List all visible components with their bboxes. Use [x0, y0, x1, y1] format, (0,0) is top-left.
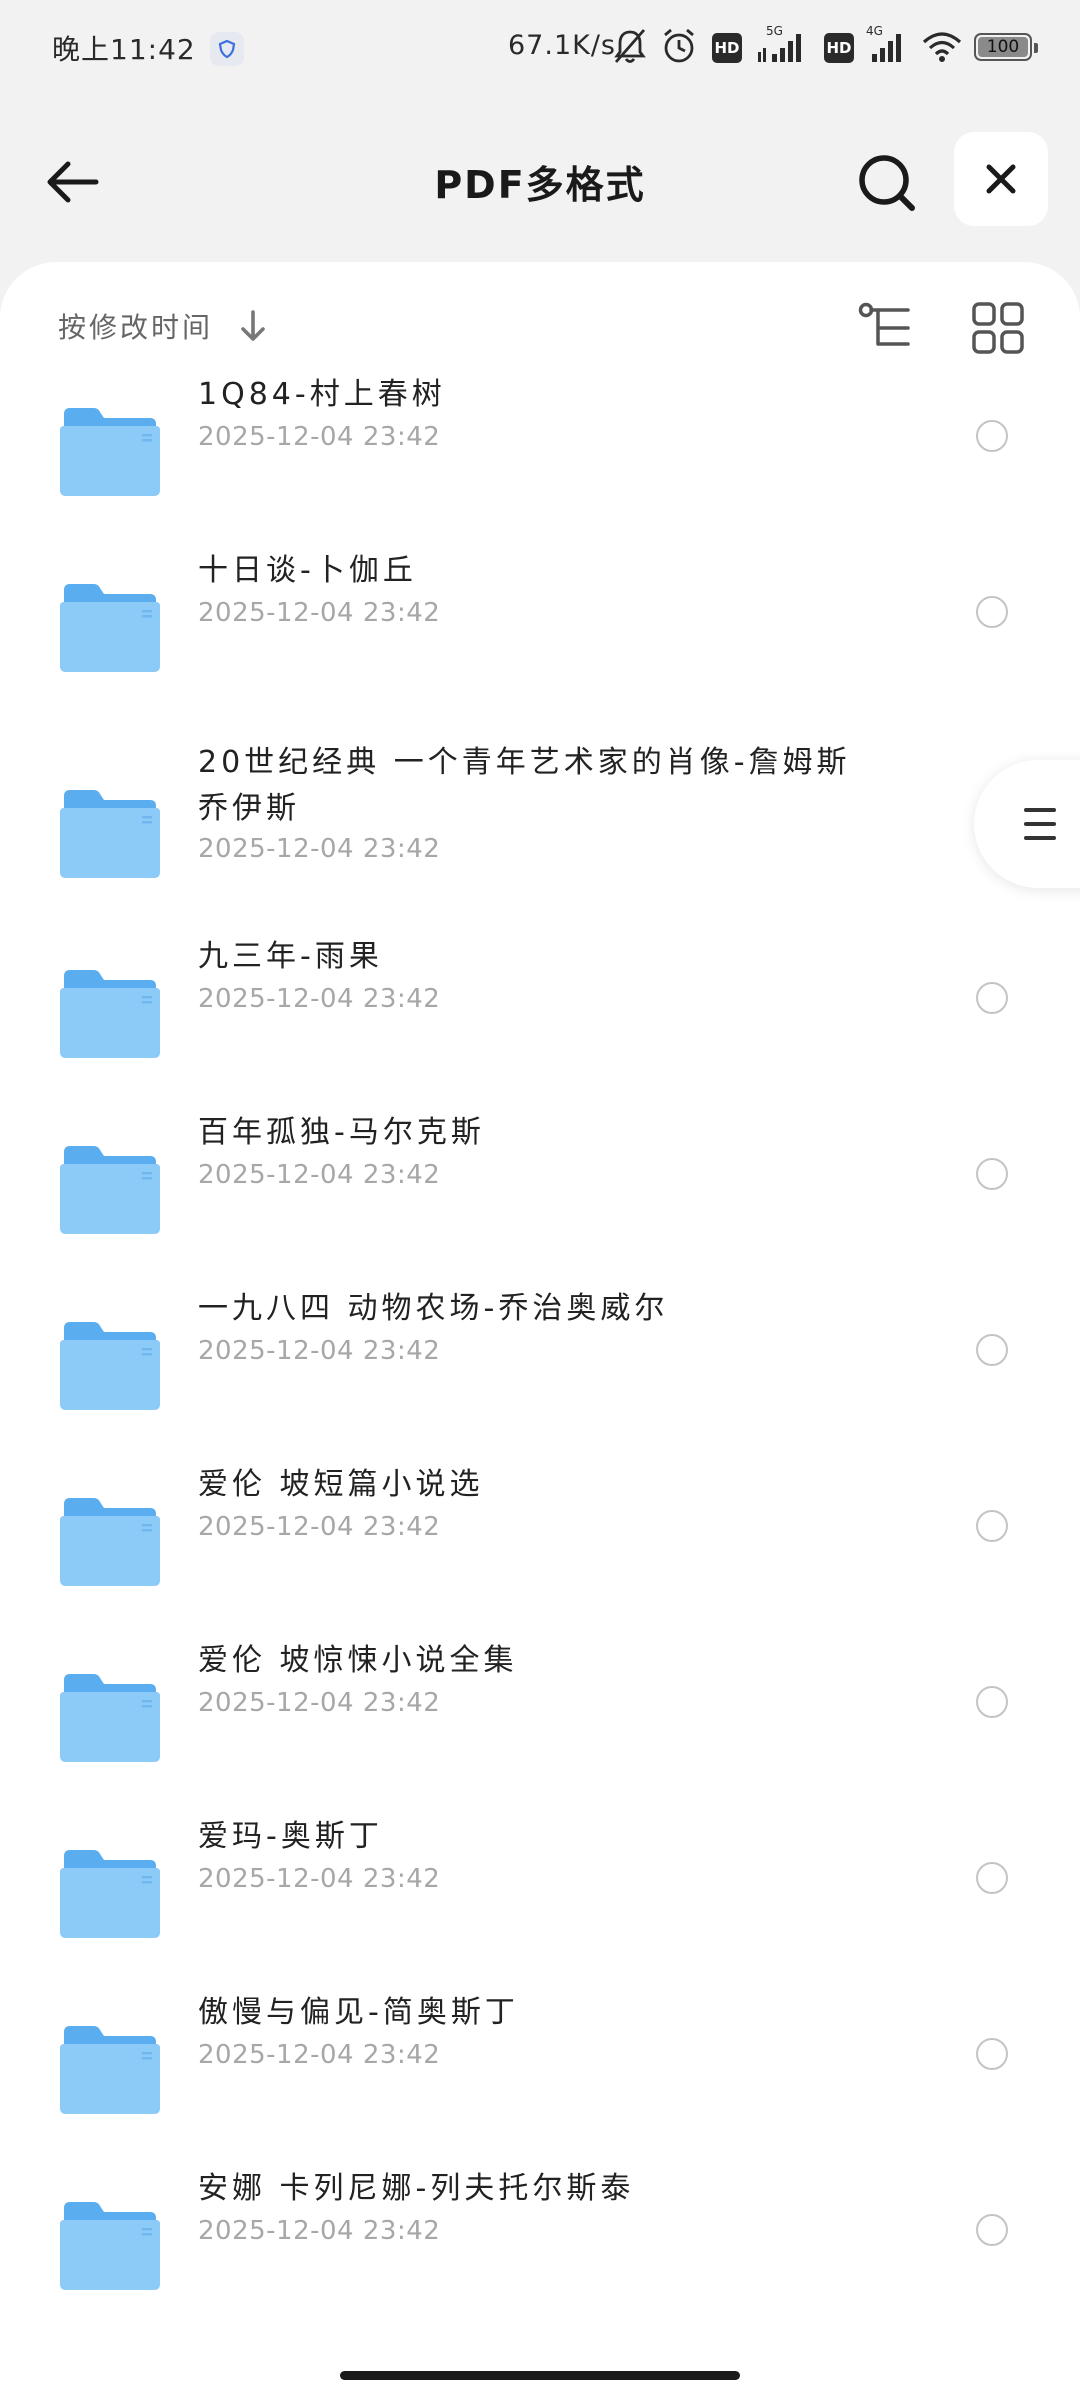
hd-badge: HD	[824, 33, 854, 63]
cellular-signal-icon	[756, 26, 812, 70]
folder-icon	[60, 786, 160, 878]
file-name: 20世纪经典 一个青年艺术家的肖像-詹姆斯乔伊斯	[198, 745, 851, 826]
security-shield-icon	[210, 32, 244, 66]
file-modified-date: 2025-12-04 23:42	[198, 1160, 441, 1190]
search-button[interactable]	[850, 146, 926, 222]
select-radio[interactable]	[976, 982, 1008, 1014]
sort-down-arrow-icon[interactable]	[236, 306, 270, 350]
folder-icon	[60, 580, 160, 672]
battery-indicator: 100	[974, 33, 1038, 61]
select-radio[interactable]	[976, 1334, 1008, 1366]
folder-icon	[60, 966, 160, 1058]
file-name: 爱伦 坡惊悚小说全集	[198, 1643, 518, 1678]
file-name: 安娜 卡列尼娜-列夫托尔斯泰	[198, 2171, 635, 2206]
folder-icon	[60, 2022, 160, 2114]
file-name: 百年孤独-马尔克斯	[198, 1115, 485, 1150]
file-modified-date: 2025-12-04 23:42	[198, 1336, 441, 1366]
tree-view-icon	[858, 302, 910, 346]
file-modified-date: 2025-12-04 23:42	[198, 2216, 441, 2246]
file-list-item[interactable]: 九三年-雨果 2025-12-04 23:42	[0, 934, 1080, 1110]
search-icon	[859, 155, 915, 211]
file-list-item[interactable]: 一九八四 动物农场-乔治奥威尔 2025-12-04 23:42	[0, 1286, 1080, 1462]
select-radio[interactable]	[976, 1686, 1008, 1718]
home-indicator[interactable]	[340, 2371, 740, 2380]
close-button[interactable]	[954, 132, 1048, 226]
wifi-icon	[920, 26, 964, 70]
sort-toolbar: 按修改时间	[0, 262, 1080, 382]
select-radio[interactable]	[976, 420, 1008, 452]
cellular-signal-icon	[860, 26, 912, 70]
select-radio[interactable]	[976, 2038, 1008, 2070]
file-name: 九三年-雨果	[198, 939, 383, 974]
folder-icon	[60, 1670, 160, 1762]
sort-by-modified-button[interactable]: 按修改时间	[58, 306, 213, 346]
tree-view-button[interactable]	[856, 298, 916, 358]
file-modified-date: 2025-12-04 23:42	[198, 1512, 441, 1542]
file-list-item[interactable]: 20世纪经典 一个青年艺术家的肖像-詹姆斯乔伊斯 2025-12-04 23:42	[0, 724, 1080, 934]
file-modified-date: 2025-12-04 23:42	[198, 598, 441, 628]
file-name: 一九八四 动物农场-乔治奥威尔	[198, 1291, 669, 1326]
file-list-item[interactable]: 爱伦 坡短篇小说选 2025-12-04 23:42	[0, 1462, 1080, 1638]
file-modified-date: 2025-12-04 23:42	[198, 422, 441, 452]
close-icon	[986, 164, 1016, 194]
file-list-item[interactable]: 爱伦 坡惊悚小说全集 2025-12-04 23:42	[0, 1638, 1080, 1814]
hd-badge: HD	[712, 33, 742, 63]
file-modified-date: 2025-12-04 23:42	[198, 1864, 441, 1894]
folder-icon	[60, 1142, 160, 1234]
app-header: PDF多格式	[0, 110, 1080, 250]
file-list-item[interactable]: 爱玛-奥斯丁 2025-12-04 23:42	[0, 1814, 1080, 1990]
file-modified-date: 2025-12-04 23:42	[198, 834, 441, 864]
alarm-clock-icon	[660, 26, 698, 70]
grid-view-button[interactable]	[968, 298, 1028, 358]
file-modified-date: 2025-12-04 23:42	[198, 2040, 441, 2070]
status-time: 晚上11:42	[52, 33, 196, 66]
battery-cap	[1034, 43, 1038, 53]
folder-icon	[60, 1846, 160, 1938]
folder-icon	[60, 1318, 160, 1410]
file-name: 爱玛-奥斯丁	[198, 1819, 383, 1854]
battery-level: 100	[986, 37, 1020, 57]
select-radio[interactable]	[976, 596, 1008, 628]
file-modified-date: 2025-12-04 23:42	[198, 984, 441, 1014]
select-radio[interactable]	[976, 1510, 1008, 1542]
select-radio[interactable]	[976, 1158, 1008, 1190]
mute-bell-icon	[612, 26, 648, 70]
select-radio[interactable]	[976, 2214, 1008, 2246]
file-name: 十日谈-卜伽丘	[198, 553, 417, 588]
file-name: 傲慢与偏见-简奥斯丁	[198, 1995, 519, 2030]
menu-lines-icon	[1024, 808, 1056, 840]
file-browser-panel: 按修改时间 1Q84-村上春树 2025-12-04 23:42 十日谈-卜伽丘 20…	[0, 262, 1080, 2400]
network-speed: 67.1K/s	[508, 30, 616, 61]
file-list-item[interactable]: 1Q84-村上春树 2025-12-04 23:42	[0, 372, 1080, 548]
folder-icon	[60, 1494, 160, 1586]
file-modified-date: 2025-12-04 23:42	[198, 1688, 441, 1718]
folder-icon	[60, 2198, 160, 2290]
status-bar: 晚上11:42 67.1K/s HD 5G HD 4G 100	[0, 0, 1080, 96]
grid-view-icon	[972, 302, 1024, 354]
folder-icon	[60, 404, 160, 496]
file-name: 1Q84-村上春树	[198, 377, 446, 412]
file-list-item[interactable]: 傲慢与偏见-简奥斯丁 2025-12-04 23:42	[0, 1990, 1080, 2166]
file-list-item[interactable]: 百年孤独-马尔克斯 2025-12-04 23:42	[0, 1110, 1080, 1286]
file-name: 爱伦 坡短篇小说选	[198, 1467, 484, 1502]
select-radio[interactable]	[976, 1862, 1008, 1894]
file-list-item[interactable]: 十日谈-卜伽丘 2025-12-04 23:42	[0, 548, 1080, 724]
file-list-item[interactable]: 安娜 卡列尼娜-列夫托尔斯泰 2025-12-04 23:42	[0, 2166, 1080, 2342]
